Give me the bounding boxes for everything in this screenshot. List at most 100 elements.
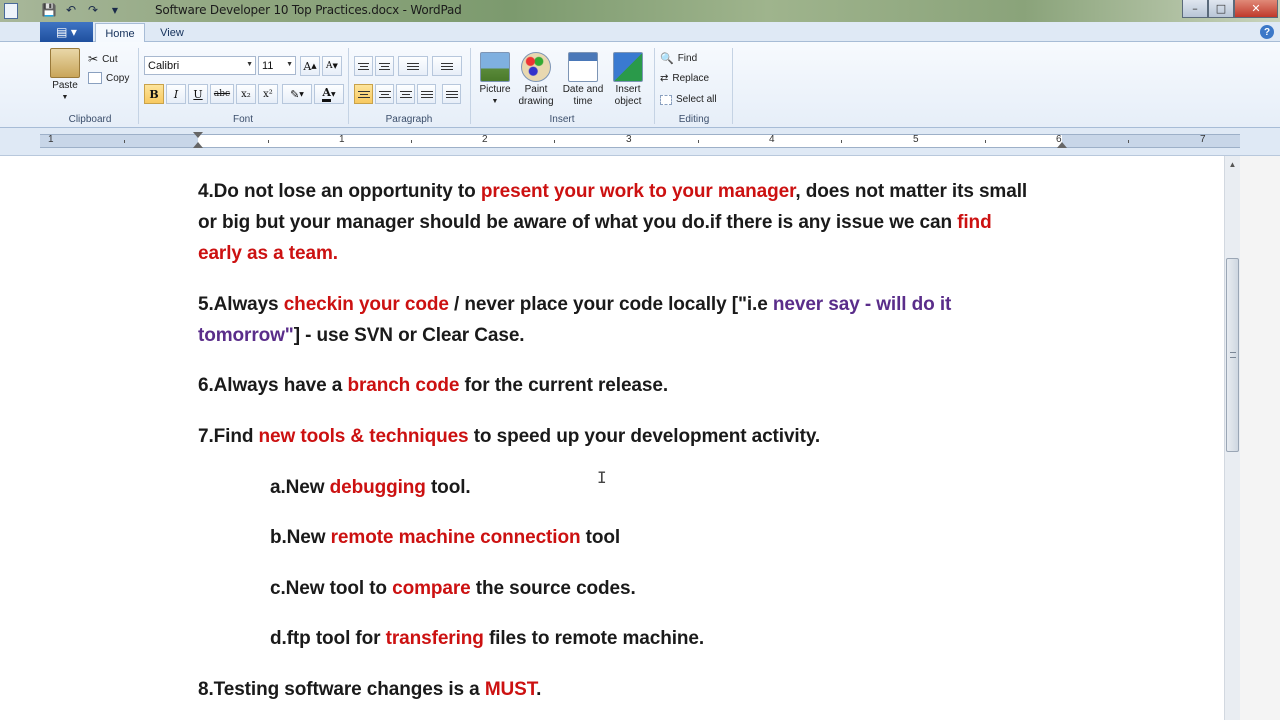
group-divider xyxy=(470,48,471,124)
insert-object-button[interactable]: Insert object xyxy=(608,52,648,108)
underline-button[interactable]: U xyxy=(188,84,208,104)
paint-drawing-button[interactable]: Paint drawing xyxy=(516,52,556,108)
text-color-button[interactable]: A ▼ xyxy=(314,84,344,104)
list-item-5-line-2[interactable]: tomorrow"] - use SVN or Clear Case. xyxy=(198,320,525,351)
list-item-4-line-2[interactable]: or big but your manager should be aware … xyxy=(198,207,992,238)
decrease-indent-button[interactable] xyxy=(354,56,373,76)
cut-button[interactable]: ✂ Cut xyxy=(88,52,118,66)
sub-item-c[interactable]: c.New tool to compare the source codes. xyxy=(270,573,636,604)
subscript-button[interactable]: x₂ xyxy=(236,84,256,104)
text-run: to speed up your development activity. xyxy=(468,426,821,447)
page-left-margin xyxy=(0,156,40,720)
list-item-7[interactable]: 7.Find new tools & techniques to speed u… xyxy=(198,421,820,452)
paragraph-group-label: Paragraph xyxy=(385,114,433,125)
replace-label: Replace xyxy=(672,73,710,84)
paste-button[interactable]: Paste ▼ xyxy=(48,48,82,104)
list-item-6[interactable]: 6.Always have a branch code for the curr… xyxy=(198,370,668,401)
list-item-4-line-3[interactable]: early as a team. xyxy=(198,238,338,269)
insert-picture-button[interactable]: Picture ▼ xyxy=(476,52,514,108)
select-all-button[interactable]: Select all xyxy=(660,94,717,105)
minimize-button[interactable]: – xyxy=(1182,0,1208,18)
insert-group: Picture ▼ Paint drawing Date and time In… xyxy=(472,46,652,126)
justify-button[interactable] xyxy=(417,84,436,104)
italic-button[interactable]: I xyxy=(166,84,186,104)
grow-font-button[interactable]: A ▲ xyxy=(300,56,320,76)
text-cursor-icon: I xyxy=(597,468,607,487)
chevron-down-icon: ▼ xyxy=(286,61,293,68)
list-item-4-line-1[interactable]: 4.Do not lose an opportunity to present … xyxy=(198,176,1027,207)
bold-button[interactable]: B xyxy=(144,84,164,104)
window-controls: – □ ✕ xyxy=(1182,0,1278,18)
align-center-button[interactable] xyxy=(375,84,394,104)
wordpad-app-icon[interactable] xyxy=(4,3,18,19)
shrink-font-button[interactable]: A ▼ xyxy=(322,56,342,76)
ruler-right-margin xyxy=(1062,135,1240,147)
save-icon[interactable]: 💾 xyxy=(40,2,58,18)
quick-access-toolbar: 💾 ↶ ↷ ▼ xyxy=(40,2,124,18)
scrollbar-thumb[interactable] xyxy=(1226,258,1239,452)
superscript-button[interactable]: x² xyxy=(258,84,278,104)
font-size-select[interactable]: 11 ▼ xyxy=(258,56,296,75)
font-size-value: 11 xyxy=(262,59,274,72)
undo-icon[interactable]: ↶ xyxy=(62,2,80,18)
left-indent-marker[interactable] xyxy=(193,142,203,148)
editing-group: 🔍 Find ⇄ Replace Select all Editing xyxy=(656,46,732,126)
paint-drawing-label: Paint drawing xyxy=(518,84,554,107)
paragraph-settings-button[interactable] xyxy=(442,84,461,104)
dropdown-icon[interactable]: ▼ xyxy=(106,2,124,18)
window-right-border xyxy=(1240,156,1280,720)
ruler-number: 1 xyxy=(48,134,54,145)
text-run: 5.Always xyxy=(198,294,284,315)
font-family-select[interactable]: Calibri ▼ xyxy=(144,56,256,75)
align-right-button[interactable] xyxy=(396,84,415,104)
redo-icon[interactable]: ↷ xyxy=(84,2,102,18)
scroll-up-icon[interactable]: ▲ xyxy=(1225,156,1240,172)
sub-item-a[interactable]: a.New debugging tool. xyxy=(270,472,471,503)
tab-view[interactable]: View xyxy=(150,23,194,43)
highlighted-text: compare xyxy=(392,578,471,599)
copy-label: Copy xyxy=(106,72,130,84)
close-button[interactable]: ✕ xyxy=(1234,0,1278,18)
file-menu-button[interactable]: ▤ ▾ xyxy=(40,22,93,42)
maximize-button[interactable]: □ xyxy=(1208,0,1234,18)
bullets-button[interactable] xyxy=(398,56,428,76)
list-item-5-line-1[interactable]: 5.Always checkin your code / never place… xyxy=(198,289,951,320)
editing-group-label: Editing xyxy=(678,114,710,125)
highlighted-text: debugging xyxy=(329,477,426,498)
chevron-down-icon: ▼ xyxy=(246,61,253,68)
increase-indent-button[interactable] xyxy=(375,56,394,76)
copy-button[interactable]: Copy xyxy=(88,72,129,84)
grow-font-icon: A xyxy=(303,59,312,73)
find-button[interactable]: 🔍 Find xyxy=(660,52,697,65)
first-line-indent-marker[interactable] xyxy=(193,132,203,138)
right-indent-marker[interactable] xyxy=(1057,142,1067,148)
highlighted-text: present your work to your manager xyxy=(480,181,796,202)
sub-item-b[interactable]: b.New remote machine connection tool xyxy=(270,522,620,553)
highlighted-text: remote machine connection xyxy=(330,527,581,548)
insert-object-label: Insert object xyxy=(614,84,642,107)
text-color-icon: A xyxy=(322,86,331,102)
tab-home[interactable]: Home xyxy=(95,23,145,43)
text-run: tool. xyxy=(425,477,471,498)
line-spacing-button[interactable] xyxy=(432,56,462,76)
help-icon[interactable]: ? xyxy=(1260,25,1274,39)
palette-icon xyxy=(521,52,551,82)
grip-icon xyxy=(1230,352,1236,358)
sub-item-d[interactable]: d.ftp tool for transfering files to remo… xyxy=(270,623,704,654)
text-run: 7.Find xyxy=(198,426,259,447)
vertical-scrollbar[interactable]: ▲ xyxy=(1224,156,1240,720)
scissors-icon: ✂ xyxy=(88,52,99,66)
highlight-color-button[interactable]: ✎ ▼ xyxy=(282,84,312,104)
text-run: 4.Do not lose an opportunity to xyxy=(198,181,481,202)
date-time-button[interactable]: Date and time xyxy=(560,52,606,108)
strikethrough-button[interactable]: abc xyxy=(210,84,234,104)
ruler-number: 7 xyxy=(1200,134,1206,145)
ruler[interactable]: 1 1 2 3 4 5 6 7 xyxy=(0,128,1280,156)
group-divider xyxy=(348,48,349,124)
text-run: for the current release. xyxy=(459,375,669,396)
align-left-button[interactable] xyxy=(354,84,373,104)
list-item-8[interactable]: 8.Testing software changes is a MUST. xyxy=(198,674,541,705)
chevron-down-icon: ▼ xyxy=(299,90,304,98)
text-run: d.ftp tool for xyxy=(270,628,386,649)
replace-button[interactable]: ⇄ Replace xyxy=(660,73,709,84)
